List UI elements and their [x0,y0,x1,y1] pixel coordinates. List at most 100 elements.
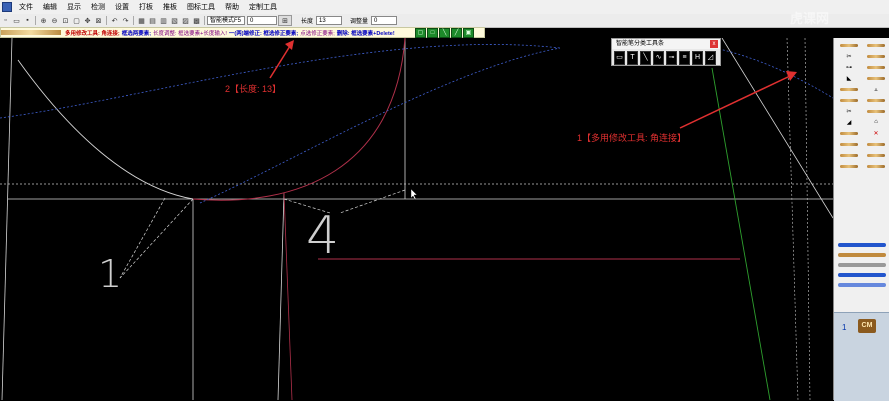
mode-select[interactable]: 智能模式F5 [207,16,245,25]
pen-tool-icon[interactable] [838,41,860,49]
mark-point-icon[interactable] [865,151,887,159]
length-label: 长度 [301,19,314,25]
menu-help[interactable]: 帮助 [220,2,244,12]
armhole-curve-red [192,38,406,201]
hint-step2: 长度调整: 框选要素+长度输入! [153,30,227,37]
fold-tool-icon[interactable] [865,74,887,82]
cm-unit-button[interactable]: CM [858,319,876,333]
dashed-line-1b [119,197,166,279]
toolbar-divider [204,16,205,25]
snap-point-icon[interactable]: □ [427,27,438,38]
smart-pen-toolbar: 智能笔分类工具条 x ▭ T ╲ ∿ ⊸ ≡ H ◿ [611,38,721,66]
app-icon [2,2,12,12]
hint-step4: 点选修正要素; [300,30,335,37]
pattern-preview-1[interactable] [838,243,886,247]
rotate-tool-icon[interactable] [838,96,860,104]
menu-edit[interactable]: 编辑 [38,2,62,12]
add-point-icon[interactable]: ⊶ [838,63,860,71]
menu-icon-tools[interactable]: 图标工具 [182,2,220,12]
delete-tool-icon[interactable]: ✕ [865,129,887,137]
layer-icon[interactable]: ▥ [159,16,168,25]
zoom-in-icon[interactable]: ⊕ [39,16,48,25]
value-input[interactable]: 0 [247,16,277,25]
marker-tool-icon[interactable] [865,140,887,148]
calc-icon[interactable]: ⊞ [278,15,292,26]
pattern-preview-5[interactable] [838,283,886,287]
curve-edit-icon[interactable] [838,151,860,159]
curve-tool-icon[interactable]: ∿ [653,51,664,65]
pattern-drawing [0,38,833,400]
menu-file[interactable]: 文件 [14,2,38,12]
zoom-window-icon[interactable]: ▢ [72,16,81,25]
close-icon[interactable]: x [710,40,718,48]
snap-curve-icon[interactable]: ╱ [451,27,462,38]
toolbar-divider [35,16,36,25]
ruler-icon [1,30,61,35]
status-hint-bar: 多用修改工具: 角连接; 框选两要素; 长度调整: 框选要素+长度输入! 一(两… [0,27,485,38]
menu-check[interactable]: 检测 [86,2,110,12]
tool-grid: ✂ ⊶ ◣ ▵ ✂ ◢ ⌂ ✕ [834,38,889,173]
mark-icon[interactable]: ▨ [181,16,190,25]
text-tool-icon[interactable]: T [627,51,638,65]
ruler-tool-icon[interactable] [865,41,887,49]
length-input[interactable]: 13 [316,16,343,25]
zoom-all-icon[interactable]: ⊠ [94,16,103,25]
menu-settings[interactable]: 设置 [110,2,134,12]
align-tool-icon[interactable] [838,129,860,137]
connect-tool-icon[interactable]: ⊸ [666,51,677,65]
menu-pattern[interactable]: 打板 [134,2,158,12]
shape-tool-icon[interactable]: ◢ [838,118,860,126]
zoom-out-icon[interactable]: ⊖ [50,16,59,25]
split-tool-icon[interactable]: H [692,51,703,65]
dart-tool-icon[interactable]: ◣ [838,74,860,82]
pattern-preview-3[interactable] [838,263,886,267]
pan-icon[interactable]: ✥ [83,16,92,25]
arrow-tool [679,75,791,129]
parallel-tool-icon[interactable]: ≡ [679,51,690,65]
pattern-preview-4[interactable] [838,273,886,277]
mirror-tool-icon[interactable] [865,96,887,104]
tool-panel-icons: ▭ T ╲ ∿ ⊸ ≡ H ◿ [612,49,720,67]
hint-step5: 删除: 框选要素+Delete! [336,30,395,37]
guide-arc-blue-mid [199,47,561,204]
pleat-tool-icon[interactable] [838,85,860,93]
page-number: 1 [842,323,847,332]
undo-icon[interactable]: ↶ [110,16,119,25]
save-icon[interactable]: ▪ [23,16,32,25]
arrow-length-head [285,40,294,50]
flip-tool-icon[interactable]: ⌂ [865,118,887,126]
seam-tool-icon[interactable] [865,63,887,71]
notch-tool-icon[interactable]: ▵ [865,85,887,93]
settings-icon[interactable]: ▩ [192,16,201,25]
button-tool-icon[interactable] [865,162,887,170]
menu-grading[interactable]: 推板 [158,2,182,12]
cut-tool-icon[interactable]: ✂ [838,107,860,115]
measure-icon[interactable]: ▧ [170,16,179,25]
measure-tool-icon[interactable] [865,107,887,115]
rect-tool-icon[interactable]: ▭ [614,51,625,65]
drawing-canvas[interactable]: 1 4 2【长度: 13】 1【多用修改工具: 角连接】 [0,38,833,400]
new-file-icon[interactable]: ▫ [1,16,10,25]
snap-icon[interactable]: ▤ [148,16,157,25]
redo-icon[interactable]: ↷ [121,16,130,25]
snap-grid-icon[interactable]: ▢ [415,27,426,38]
menu-display[interactable]: 显示 [62,2,86,12]
grain-line-icon[interactable] [838,162,860,170]
adjust-input[interactable]: 0 [371,16,398,25]
adjust-tool-icon[interactable] [865,52,887,60]
line-tool-icon[interactable]: ╲ [640,51,651,65]
right-panel-footer: 1 CM [834,312,889,401]
snap-line-icon[interactable]: ╲ [439,27,450,38]
zoom-fit-icon[interactable]: ⊡ [61,16,70,25]
scissors-tool-icon[interactable]: ✂ [838,52,860,60]
open-folder-icon[interactable]: ▭ [12,16,21,25]
seam-allowance-icon[interactable] [838,140,860,148]
hint-step1: 框选两要素; [121,30,152,37]
grid-icon[interactable]: ▦ [137,16,146,25]
dashed-line-4b [339,189,406,214]
pattern-preview-2[interactable] [838,253,886,257]
dart-line-red [283,192,293,400]
snap-ortho-icon[interactable]: ▣ [463,27,474,38]
corner-tool-icon[interactable]: ◿ [705,51,716,65]
menu-custom-tools[interactable]: 定制工具 [244,2,282,12]
